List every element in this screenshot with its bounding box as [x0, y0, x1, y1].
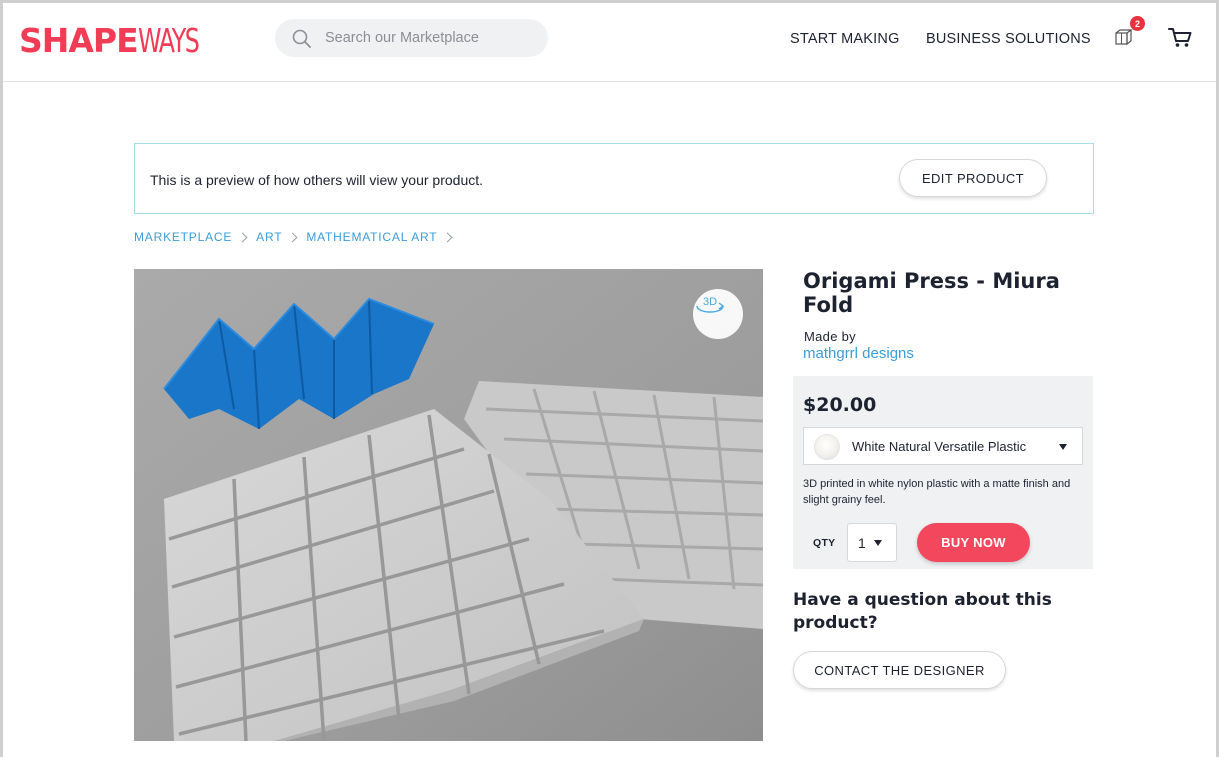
search-input[interactable] — [325, 19, 535, 57]
page-frame: SHAPE WAYS START MAKING BUSINESS SOLUTIO… — [3, 3, 1216, 757]
edit-product-button[interactable]: EDIT PRODUCT — [899, 159, 1047, 197]
breadcrumb: MARKETPLACE ART MATHEMATICAL ART — [134, 230, 461, 244]
contact-designer-button[interactable]: CONTACT THE DESIGNER — [793, 651, 1006, 689]
rotate-3d-icon: 3D — [696, 296, 725, 313]
svg-text:3D: 3D — [703, 296, 717, 308]
dropdown-caret-icon — [874, 540, 882, 546]
preview-message: This is a preview of how others will vie… — [150, 172, 484, 188]
chevron-right-icon — [237, 232, 248, 242]
shapeways-logo[interactable]: SHAPE WAYS — [19, 21, 222, 60]
notification-badge: 2 — [1130, 16, 1145, 31]
quantity-value: 1 — [858, 535, 866, 551]
material-description: 3D printed in white nylon plastic with a… — [803, 478, 1071, 506]
quantity-label: QTY — [813, 537, 836, 549]
logo-text-ways: WAYS — [137, 21, 200, 60]
chevron-right-icon — [442, 232, 453, 242]
material-swatch — [814, 434, 840, 460]
purchase-panel: $20.00 White Natural Versatile Plastic 3… — [793, 376, 1093, 569]
product-title: Origami Press - Miura Fold — [803, 269, 1060, 317]
breadcrumb-art[interactable]: ART — [256, 230, 282, 244]
question-heading: Have a question about this product? — [793, 590, 1052, 633]
material-select[interactable]: White Natural Versatile Plastic — [803, 427, 1083, 465]
preview-notice: This is a preview of how others will vie… — [134, 143, 1094, 214]
nav-business-solutions[interactable]: BUSINESS SOLUTIONS — [926, 31, 1091, 47]
dropdown-caret-icon — [1059, 444, 1067, 450]
search-bar — [275, 19, 548, 57]
product-photo-illustration — [134, 269, 763, 741]
breadcrumb-marketplace[interactable]: MARKETPLACE — [134, 230, 232, 244]
cart-icon[interactable] — [1167, 24, 1193, 50]
logo-text-shape: SHAPE — [19, 21, 139, 60]
made-by-label: Made by — [804, 329, 856, 344]
view-3d-button[interactable]: 3D — [693, 289, 743, 339]
search-icon[interactable] — [291, 28, 313, 50]
buy-now-button[interactable]: BUY NOW — [917, 523, 1030, 562]
site-header: SHAPE WAYS START MAKING BUSINESS SOLUTIO… — [3, 3, 1216, 82]
product-photo[interactable]: 3D — [134, 269, 763, 741]
package-icon[interactable] — [1113, 27, 1133, 47]
nav-start-making[interactable]: START MAKING — [790, 31, 900, 47]
breadcrumb-mathematical-art[interactable]: MATHEMATICAL ART — [306, 230, 437, 244]
quantity-select[interactable]: 1 — [847, 523, 897, 562]
product-price: $20.00 — [803, 394, 877, 416]
designer-link[interactable]: mathgrrl designs — [803, 345, 914, 362]
chevron-right-icon — [287, 232, 298, 242]
material-selected-value: White Natural Versatile Plastic — [852, 439, 1027, 454]
